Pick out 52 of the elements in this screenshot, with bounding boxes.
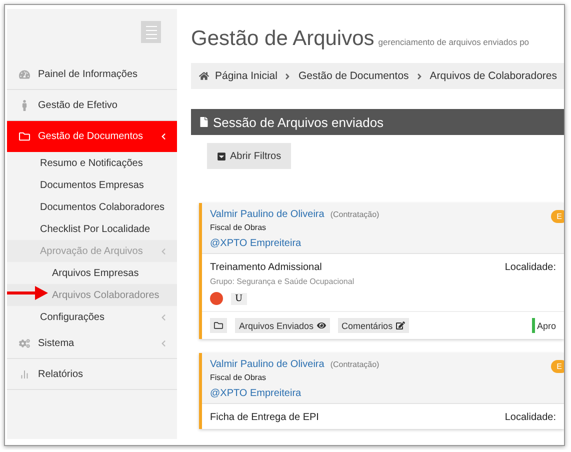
- files-button[interactable]: Arquivos Enviados: [235, 318, 330, 333]
- job-role: Fiscal de Obras: [210, 223, 268, 232]
- page-subtitle: gerenciamento de arquivos enviados po: [378, 37, 530, 47]
- home-icon: [199, 71, 209, 81]
- job-role: Fiscal de Obras: [210, 373, 268, 382]
- pointer-arrow: [5, 285, 49, 301]
- status-badge: E: [550, 210, 564, 223]
- sidebar-item[interactable]: Checklist Por Localidade: [7, 218, 177, 240]
- page-title: Gestão de Arquivos: [191, 27, 374, 51]
- chevron-icon: [160, 340, 167, 346]
- folder-icon: [19, 131, 30, 142]
- breadcrumb-link[interactable]: Gestão de Documentos: [298, 70, 409, 82]
- location-label: Localidade:: [504, 262, 556, 273]
- chevron-icon: [160, 314, 167, 320]
- gears-icon: [19, 338, 30, 348]
- group-label: Grupo: Segurança e Saúde Ocupacional: [210, 277, 356, 286]
- sidebar-item[interactable]: Relatórios: [7, 359, 177, 390]
- sidebar-item[interactable]: Sistema: [7, 328, 177, 359]
- sidebar-item[interactable]: Arquivos Empresas: [7, 262, 177, 284]
- company-link[interactable]: @XPTO Empreiteira: [210, 388, 556, 399]
- breadcrumb-link[interactable]: Arquivos de Colaboradores: [430, 70, 558, 82]
- tag-label: U: [231, 292, 247, 304]
- sidebar-item[interactable]: Resumo e Notificações: [7, 152, 177, 174]
- caret-icon: [217, 152, 226, 160]
- sidebar-item[interactable]: Documentos Colaboradores: [7, 196, 177, 218]
- comments-button[interactable]: Comentários: [338, 318, 409, 333]
- contract-type: (Contratação): [330, 210, 380, 219]
- filter-button[interactable]: Abrir Filtros: [207, 143, 292, 169]
- person-link[interactable]: Valmir Paulino de Oliveira: [210, 209, 324, 220]
- chevron-icon: [160, 248, 167, 254]
- chevron-icon: [160, 133, 167, 140]
- folder-icon: [214, 321, 223, 330]
- contract-type: (Contratação): [330, 360, 380, 369]
- document-name: Treinamento Admissional: [210, 262, 322, 273]
- company-link[interactable]: @XPTO Empreiteira: [210, 238, 556, 249]
- folder-button[interactable]: [210, 318, 227, 333]
- eye-icon: [316, 321, 326, 330]
- approve-button[interactable]: Apro: [532, 318, 556, 333]
- document-name: Ficha de Entrega de EPI: [210, 412, 319, 423]
- sidebar-item[interactable]: Configurações: [7, 306, 177, 328]
- dashboard-icon: [19, 68, 30, 80]
- section-title: Sessão de Arquivos enviados: [213, 114, 384, 130]
- document-icon: [199, 117, 209, 127]
- sidebar-item[interactable]: Gestão de Documentos: [7, 121, 177, 152]
- breadcrumb-link[interactable]: Página Inicial: [215, 70, 278, 82]
- bar-chart-icon: [19, 368, 30, 380]
- status-badge: E: [550, 360, 564, 373]
- location-label: Localidade:: [504, 412, 556, 423]
- person-link[interactable]: Valmir Paulino de Oliveira: [210, 359, 324, 370]
- sidebar-item[interactable]: Painel de Informações: [7, 59, 177, 90]
- sidebar-item[interactable]: Documentos Empresas: [7, 174, 177, 196]
- edit-icon: [396, 321, 405, 330]
